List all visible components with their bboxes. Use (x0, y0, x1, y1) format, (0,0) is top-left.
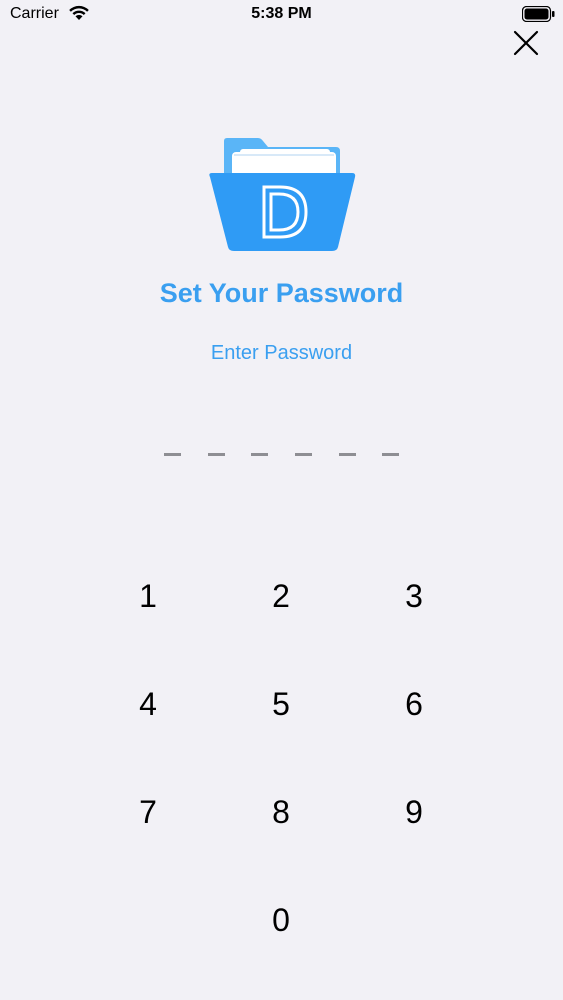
pin-slot (251, 453, 268, 456)
password-screen: Carrier 5:38 PM Set Your Password Enter … (0, 0, 563, 1000)
password-prompt: Enter Password (210, 342, 353, 364)
battery-icon (522, 6, 555, 22)
key-8[interactable]: 8 (236, 772, 326, 852)
status-time: 5:38 PM (251, 5, 312, 22)
key-4[interactable]: 4 (103, 664, 193, 744)
key-3[interactable]: 3 (369, 556, 459, 636)
page-title: Set Your Password (159, 278, 404, 308)
pin-slot (295, 453, 312, 456)
key-0[interactable]: 0 (236, 880, 326, 960)
pin-slot (339, 453, 356, 456)
status-bar: Carrier 5:38 PM (0, 0, 563, 30)
folder-icon (209, 138, 356, 251)
pin-indicator (164, 453, 400, 457)
key-7[interactable]: 7 (103, 772, 193, 852)
pin-slot (164, 453, 181, 456)
close-button[interactable] (508, 25, 544, 61)
key-1[interactable]: 1 (103, 556, 193, 636)
key-5[interactable]: 5 (236, 664, 326, 744)
pin-slot (208, 453, 225, 456)
key-6[interactable]: 6 (369, 664, 459, 744)
key-9[interactable]: 9 (369, 772, 459, 852)
pin-slot (382, 453, 399, 456)
key-2[interactable]: 2 (236, 556, 326, 636)
